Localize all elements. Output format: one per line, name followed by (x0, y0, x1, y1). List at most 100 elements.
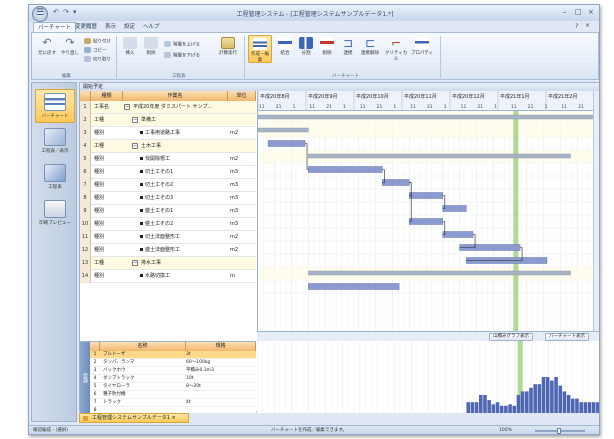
minimize-button[interactable]: – (563, 8, 567, 16)
task-row[interactable]: 9 種別 盛土工その1 m3 (80, 205, 256, 218)
maximize-button[interactable]: □ (575, 8, 582, 16)
task-row[interactable]: 5 種別 伐開除根工 m2 (80, 153, 256, 166)
collapse-toggle[interactable]: − (132, 116, 138, 123)
resource-row[interactable]: 6 種子吹付機 (90, 391, 256, 399)
res-row-number: 1 (93, 352, 97, 357)
ribbon-help-icon[interactable]: ? (575, 23, 578, 30)
tab-view[interactable]: 表示 (101, 22, 120, 32)
level-up-button[interactable]: 階層を上げる (164, 41, 200, 48)
day-tick-label: 11 (259, 104, 265, 110)
redo-button[interactable]: ↷ やり直し (59, 37, 81, 57)
collapse-toggle[interactable]: − (124, 103, 130, 110)
delete-bar-button[interactable]: 削除 (317, 37, 337, 56)
resource-row[interactable]: 5 タイヤローラ 8～20t (90, 383, 256, 391)
task-kind: 工種 (94, 143, 105, 149)
task-row[interactable]: 10 種別 盛土工その2 m3 (80, 218, 256, 231)
delete-bar-label: 削除 (322, 51, 332, 56)
paste-button[interactable]: 貼り付け (84, 38, 111, 45)
group-label-barchart: バーチャート (332, 74, 359, 79)
doc-close-icon[interactable]: × (585, 22, 590, 29)
calc-button[interactable]: 計算実行 (216, 37, 240, 56)
split-button[interactable]: 分割 (296, 37, 316, 56)
create-edit-label: 作成・編集 (251, 52, 269, 63)
delete-button[interactable]: 削除 (141, 37, 161, 56)
hist-bar (558, 385, 563, 413)
resource-row[interactable]: 4 ダンプトラック 10t (90, 375, 256, 383)
res-header-name[interactable]: 名称 (100, 342, 186, 351)
zoom-slider-knob[interactable] (557, 428, 561, 434)
resource-row[interactable]: 7 トラック 4t (90, 399, 256, 407)
task-row[interactable]: 7 種別 切土工その2 m3 (80, 179, 256, 192)
hist-bar (591, 402, 596, 413)
tab-barchart[interactable]: バーチャート (33, 22, 76, 32)
task-row[interactable]: 1 工事名 − 平成20年度 ダミスパート サンプ... (80, 101, 256, 114)
bullet-icon (140, 274, 143, 277)
col-header-kind[interactable]: 種類 (91, 91, 123, 101)
task-name: 水路切換工 (140, 270, 228, 283)
res-spec: 60～100kg (186, 360, 211, 365)
hist-bar (512, 405, 517, 413)
today-marker (513, 111, 519, 337)
task-row[interactable]: 8 種別 切土工その3 m3 (80, 192, 256, 205)
copy-label: コピー (93, 48, 107, 54)
tab-settings[interactable]: 設定 (120, 22, 139, 32)
collapse-toggle[interactable]: − (132, 259, 138, 266)
res-header-spec[interactable]: 規格 (186, 342, 256, 351)
col-header-unit[interactable]: 単位 (228, 91, 256, 101)
stack-graph-button[interactable]: 山積みグラフ表示 (489, 333, 533, 341)
nav-schedule-view[interactable]: 工程表／表示 (35, 125, 75, 159)
level-down-button[interactable]: 階層を下げる (164, 52, 200, 59)
task-row[interactable]: 11 種別 切土法面整形工 m2 (80, 231, 256, 244)
resource-row[interactable]: 2 タンパ、ランマ 60～100kg (90, 359, 256, 367)
hist-bar (566, 395, 571, 413)
link-button[interactable]: ⊐ 連携 (338, 37, 358, 56)
task-row[interactable]: 12 種別 盛土法面整形工 m2 (80, 244, 256, 257)
insert-button[interactable]: 挿入 (120, 37, 140, 56)
join-button[interactable]: 結合 (275, 37, 295, 56)
tab-history[interactable]: 変更履歴 (71, 22, 101, 32)
vertical-scrollbar[interactable] (593, 91, 599, 337)
close-button[interactable]: × (588, 8, 594, 16)
tab-help[interactable]: ヘルプ (139, 22, 164, 32)
month-label: 平成20年10月 (356, 93, 389, 100)
critical-button[interactable]: ⌐ クリティカル (383, 37, 409, 62)
cut-icon (84, 56, 91, 62)
cut-button[interactable]: 切り取り (84, 56, 111, 63)
gantt-chart[interactable]: 平成20年8月 平成20年9月 平成20年10月 平成20年11月 平成20年12月 平成… (257, 91, 593, 337)
ribbon-separator (440, 36, 441, 78)
barchart-view-button[interactable]: バーチャート表示 (545, 333, 589, 341)
task-unit: m2 (230, 156, 239, 162)
properties-icon (415, 37, 429, 49)
properties-button[interactable]: プロパティ (410, 37, 434, 56)
task-row[interactable]: 6 種別 切土工その1 m3 (80, 166, 256, 179)
copy-button[interactable]: コピー (84, 47, 107, 54)
task-name: 盛土工その2 (140, 218, 228, 231)
undo-button[interactable]: ↶ 元に戻す (36, 37, 58, 57)
resource-side-tab[interactable]: 資源 (80, 342, 90, 413)
nav-print-preview[interactable]: 印刷プレビュー (35, 197, 75, 231)
task-row[interactable]: 2 工種 − 準備工 (80, 114, 256, 127)
document-tab[interactable]: 工程管理システムサンプルデータ1 × (79, 413, 189, 423)
row-number: 10 (80, 218, 91, 231)
col-header-name[interactable]: 作業名 (123, 91, 228, 101)
create-edit-button[interactable]: 作成・編集 (248, 35, 272, 63)
collapse-toggle[interactable]: − (132, 142, 138, 149)
resource-row[interactable]: 3 バックホウ 平積み0.3m3 (90, 367, 256, 375)
task-row[interactable]: 3 種別 工事用道路工事 m2 (80, 127, 256, 140)
resource-row[interactable]: 1 ブルドーザ 3t (90, 351, 256, 359)
bullet-icon (140, 170, 143, 173)
print-preview-icon (44, 200, 66, 218)
hist-bar (491, 404, 496, 413)
res-name: 種子吹付機 (103, 392, 126, 397)
nav-barchart[interactable]: バーチャート (35, 89, 75, 123)
nav-schedule[interactable]: 工程表 (35, 161, 75, 195)
task-row[interactable]: 13 工種 − 排水工事 (80, 257, 256, 270)
res-name: バックホウ (103, 368, 126, 373)
unlink-button[interactable]: ⊏ 連携解除 (359, 37, 381, 56)
res-spec: 8～20t (186, 384, 201, 389)
bullet-icon (140, 209, 143, 212)
task-row[interactable]: 14 種別 水路切換工 m (80, 270, 256, 283)
level-up-label: 階層を上げる (173, 42, 200, 48)
hist-bar (587, 402, 592, 413)
task-row[interactable]: 4 工種 − 土木工事 (80, 140, 256, 153)
